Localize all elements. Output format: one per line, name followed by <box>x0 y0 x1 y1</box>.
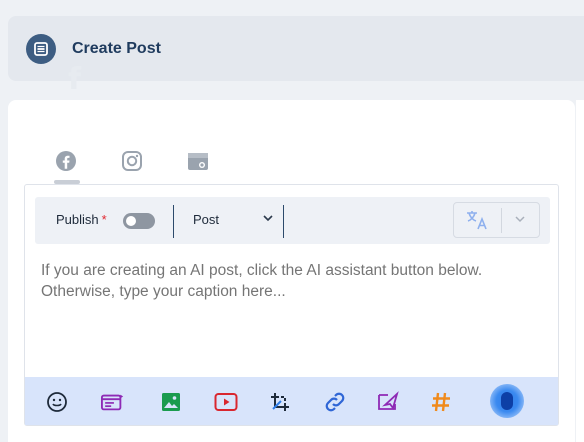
faint-facebook-icon: f <box>68 62 82 97</box>
divider <box>283 205 284 238</box>
translate-icon <box>467 211 487 230</box>
post-composer: Publish * Post <box>24 184 559 426</box>
image-button[interactable] <box>159 390 183 414</box>
translate-dropdown[interactable] <box>513 212 527 231</box>
post-type-value: Post <box>193 212 220 227</box>
crop-icon <box>271 393 289 411</box>
caption-input[interactable] <box>41 260 541 323</box>
hashtag-button[interactable] <box>429 390 453 414</box>
translate-button[interactable] <box>465 209 489 236</box>
link-button[interactable] <box>323 390 347 414</box>
instagram-icon <box>122 151 142 171</box>
tab-google-business[interactable] <box>186 149 210 173</box>
header-card: Create Post <box>8 16 584 81</box>
edge-mark <box>0 405 4 423</box>
translate-button-group <box>453 202 540 238</box>
publish-label: Publish * <box>56 212 107 227</box>
divider <box>173 205 174 238</box>
send-button[interactable] <box>376 390 400 414</box>
publish-toggle[interactable] <box>123 213 155 229</box>
publish-label-text: Publish <box>56 212 99 227</box>
composer-bottom-toolbar <box>25 377 558 425</box>
emoji-icon <box>47 392 67 412</box>
chevron-down-icon <box>263 215 273 222</box>
post-type-select[interactable]: Post <box>193 212 275 232</box>
page-title: Create Post <box>72 39 161 57</box>
template-icon <box>101 394 124 411</box>
store-icon <box>188 153 208 170</box>
crop-button[interactable] <box>268 390 292 414</box>
link-icon <box>325 392 345 412</box>
video-icon <box>214 393 238 411</box>
send-icon <box>378 391 399 410</box>
button-separator <box>501 208 502 233</box>
ai-assistant-icon <box>501 392 513 410</box>
hashtag-icon <box>432 392 450 412</box>
chevron-down-icon <box>515 216 525 223</box>
toggle-knob <box>126 216 136 226</box>
tab-instagram[interactable] <box>120 149 144 173</box>
image-icon <box>162 393 180 411</box>
ai-assistant-button[interactable] <box>490 384 524 418</box>
platform-tabs <box>54 149 252 173</box>
facebook-icon <box>56 151 76 171</box>
emoji-button[interactable] <box>45 390 69 414</box>
required-marker: * <box>101 212 107 227</box>
video-button[interactable] <box>214 390 238 414</box>
tab-facebook[interactable] <box>54 149 78 173</box>
side-panel-edge <box>576 100 584 442</box>
composer-top-bar: Publish * Post <box>35 197 550 244</box>
template-button[interactable] <box>101 390 125 414</box>
post-icon <box>26 33 56 64</box>
